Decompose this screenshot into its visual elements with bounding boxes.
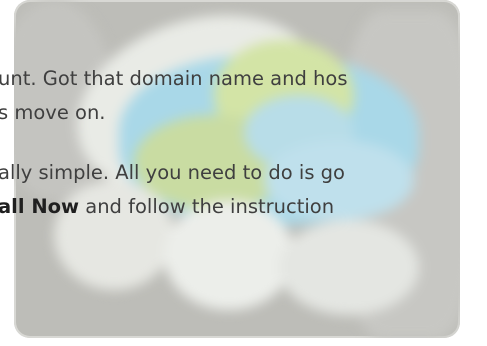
text-line-4: all Now and follow the instruction [0,194,334,220]
instruction-text: unt. Got that domain name and hos s move… [0,0,487,346]
text-line-2: s move on. [0,101,106,124]
text-line-3: ally simple. All you need to do is go [0,161,345,184]
text-line-4-rest: and follow the instruction [79,195,335,218]
install-now-label: all Now [0,195,80,218]
text-line-1: unt. Got that domain name and hos [0,67,348,90]
